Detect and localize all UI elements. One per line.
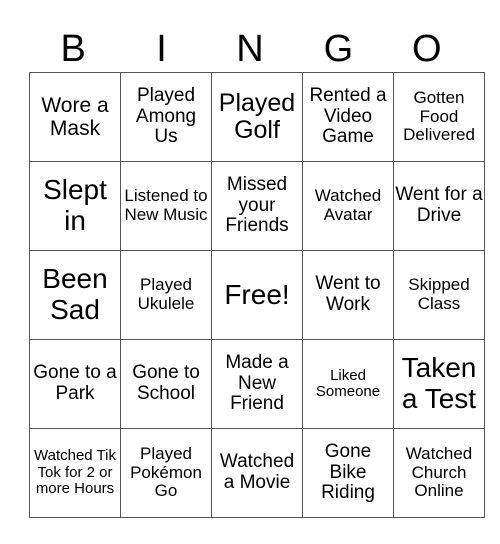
- bingo-cell[interactable]: Played Pokémon Go: [120, 428, 212, 518]
- bingo-cell[interactable]: Went for a Drive: [393, 161, 485, 251]
- bingo-row: Watched Tik Tok for 2 or more Hours Play…: [29, 428, 485, 518]
- bingo-cell[interactable]: Rented a Video Game: [302, 72, 394, 162]
- free-space-cell[interactable]: Free!: [211, 250, 303, 340]
- bingo-cell[interactable]: Went to Work: [302, 250, 394, 340]
- bingo-cell[interactable]: Slept in: [29, 161, 121, 251]
- bingo-cell[interactable]: Watched Tik Tok for 2 or more Hours: [29, 428, 121, 518]
- bingo-cell[interactable]: Listened to New Music: [120, 161, 212, 251]
- bingo-cell[interactable]: Gone to a Park: [29, 339, 121, 429]
- bingo-cell[interactable]: Missed your Friends: [211, 161, 303, 251]
- bingo-cell[interactable]: Liked Someone: [302, 339, 394, 429]
- bingo-cell[interactable]: Played Among Us: [120, 72, 212, 162]
- bingo-cell[interactable]: Played Golf: [211, 72, 303, 162]
- header-letter-g: G: [323, 28, 354, 70]
- bingo-cell[interactable]: Skipped Class: [393, 250, 485, 340]
- bingo-header: B I N G O: [29, 26, 471, 72]
- bingo-cell[interactable]: Gone to School: [120, 339, 212, 429]
- bingo-cell[interactable]: Gotten Food Delivered: [393, 72, 485, 162]
- bingo-card: Wore a Mask Played Among Us Played Golf …: [29, 72, 485, 518]
- bingo-cell[interactable]: Taken a Test: [393, 339, 485, 429]
- bingo-cell[interactable]: Gone Bike Riding: [302, 428, 394, 518]
- bingo-cell[interactable]: Been Sad: [29, 250, 121, 340]
- bingo-row: Been Sad Played Ukulele Free! Went to Wo…: [29, 250, 485, 340]
- bingo-cell[interactable]: Watched Church Online: [393, 428, 485, 518]
- header-letter-b: B: [60, 28, 86, 70]
- bingo-cell[interactable]: Watched Avatar: [302, 161, 394, 251]
- bingo-cell[interactable]: Wore a Mask: [29, 72, 121, 162]
- header-letter-n: N: [236, 28, 264, 70]
- bingo-row: Gone to a Park Gone to School Made a New…: [29, 339, 485, 429]
- bingo-cell[interactable]: Watched a Movie: [211, 428, 303, 518]
- bingo-cell[interactable]: Played Ukulele: [120, 250, 212, 340]
- bingo-cell[interactable]: Made a New Friend: [211, 339, 303, 429]
- header-letter-i: I: [156, 28, 167, 70]
- header-letter-o: O: [411, 28, 442, 70]
- bingo-row: Slept in Listened to New Music Missed yo…: [29, 161, 485, 251]
- bingo-row: Wore a Mask Played Among Us Played Golf …: [29, 72, 485, 162]
